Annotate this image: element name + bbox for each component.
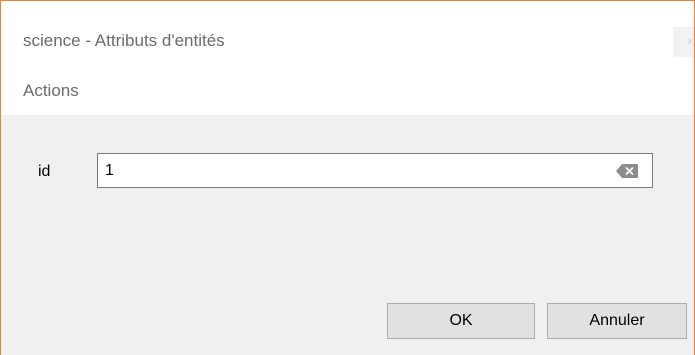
clear-text-icon[interactable] [616, 164, 638, 178]
window-title: science - Attributs d'entités [23, 31, 225, 50]
ok-button[interactable]: OK [387, 303, 535, 339]
id-field-label: id [38, 163, 51, 180]
close-icon: × [687, 36, 694, 48]
id-field[interactable] [97, 153, 653, 188]
menu-bar: Actions [1, 71, 694, 115]
id-input[interactable] [98, 154, 598, 187]
cancel-button[interactable]: Annuler [547, 303, 687, 339]
menu-item-actions[interactable]: Actions [23, 81, 79, 101]
title-bar[interactable]: science - Attributs d'entités × [1, 1, 694, 71]
close-button[interactable]: × [673, 27, 694, 57]
dialog-window: science - Attributs d'entités × Actions … [0, 0, 695, 355]
